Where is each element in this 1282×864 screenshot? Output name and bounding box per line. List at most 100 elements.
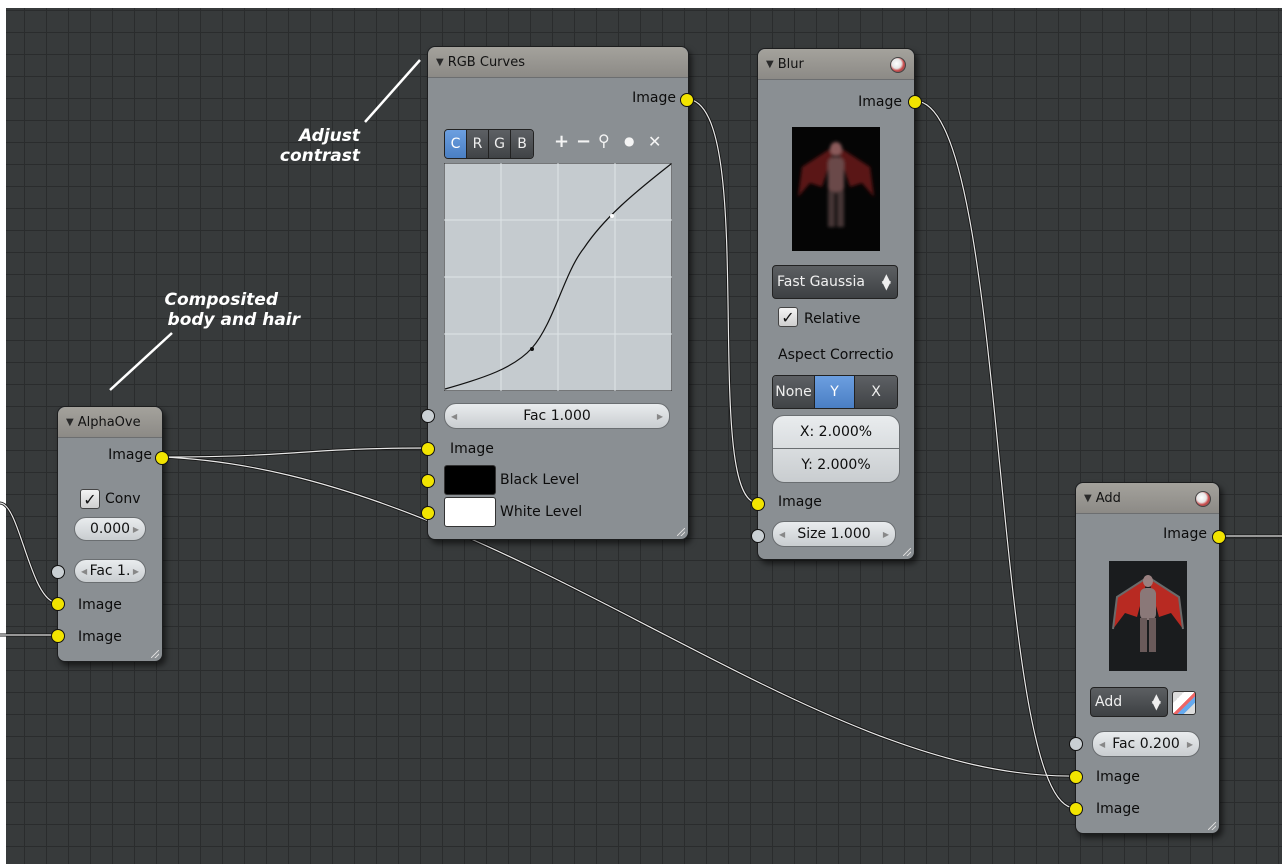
arrow-right-icon[interactable]: ▶ — [883, 530, 889, 539]
input-image-label: Image — [78, 629, 122, 645]
arrow-right-icon[interactable]: ▶ — [133, 525, 139, 534]
resize-handle[interactable] — [677, 528, 685, 536]
blur-node[interactable]: ▼ Blur Image Fast Gaussia ▲ ▼ ✓ Relative … — [757, 48, 915, 560]
fac-input-socket[interactable] — [51, 565, 65, 579]
zoom-in-icon[interactable]: + — [554, 131, 569, 152]
use-alpha-icon[interactable] — [1172, 691, 1196, 715]
node-header[interactable]: ▼ Blur — [758, 49, 914, 80]
fac-text: Fac 1. — [89, 563, 131, 579]
curve-point[interactable] — [530, 347, 534, 351]
image-input-socket[interactable] — [51, 597, 65, 611]
black-level-swatch[interactable] — [444, 465, 496, 495]
node-title: Blur — [777, 56, 804, 72]
black-level-input-socket[interactable] — [421, 474, 435, 488]
aspect-none-button[interactable]: None — [773, 376, 815, 408]
wrench-icon[interactable]: ⚲ — [598, 131, 610, 150]
arrow-left-icon[interactable]: ◀ — [1099, 740, 1105, 749]
input-image-label: Image — [1096, 801, 1140, 817]
fac-field[interactable]: ◀ Fac 1.000 ▶ — [444, 403, 670, 429]
output-image-label: Image — [108, 447, 152, 463]
input-image-label: Image — [1096, 769, 1140, 785]
close-icon[interactable]: ✕ — [648, 132, 661, 151]
fac-field[interactable]: ◀ Fac 1. ▶ — [74, 559, 146, 583]
channel-g-button[interactable]: G — [489, 130, 511, 158]
output-image-label: Image — [1163, 526, 1207, 542]
size-field[interactable]: ◀ Size 1.000 ▶ — [772, 521, 896, 547]
fac-input-socket[interactable] — [1069, 737, 1083, 751]
curve-graph[interactable] — [444, 163, 672, 391]
point-icon[interactable]: ● — [624, 134, 634, 148]
output-socket[interactable] — [155, 451, 169, 465]
node-header[interactable]: ▼ AlphaOve — [58, 407, 162, 438]
arrow-right-icon[interactable]: ▶ — [133, 567, 139, 576]
output-socket[interactable] — [680, 93, 694, 107]
value-text: 0.000 — [89, 521, 131, 537]
relative-label: Relative — [804, 311, 861, 327]
convert-checkbox[interactable]: ✓ — [80, 489, 100, 509]
aspect-correction-selector[interactable]: None Y X — [772, 375, 898, 409]
output-image-label: Image — [858, 94, 902, 110]
white-level-input-socket[interactable] — [421, 506, 435, 520]
preview-toggle-icon[interactable] — [1195, 491, 1211, 507]
annotation-composited: Composited body and hair — [150, 290, 301, 330]
image-input-socket[interactable] — [1069, 770, 1083, 784]
character-preview-image — [798, 142, 874, 227]
node-header[interactable]: ▼ Add — [1076, 483, 1219, 514]
arrow-left-icon[interactable]: ◀ — [81, 567, 87, 576]
input-image-label: Image — [78, 597, 122, 613]
updown-arrows-icon: ▲ ▼ — [881, 271, 891, 292]
arrow-left-icon[interactable]: ◀ — [779, 530, 785, 539]
image-input-socket[interactable] — [421, 442, 435, 456]
fac-field[interactable]: ◀ Fac 0.200 ▶ — [1092, 731, 1200, 757]
fac-text: Fac 0.200 — [1112, 736, 1180, 752]
blend-mode-dropdown[interactable]: Add ▲ ▼ — [1090, 687, 1168, 717]
alpha-over-node[interactable]: ▼ AlphaOve Image ✓ Conv 0.000 ▶ ◀ Fac 1. ▶ … — [57, 406, 163, 662]
zoom-out-icon[interactable]: − — [576, 131, 591, 152]
node-title: AlphaOve — [77, 414, 141, 430]
image-input-socket[interactable] — [751, 497, 765, 511]
rgb-curves-node[interactable]: ▼ RGB Curves Image C R G B + − ⚲ ● ✕ ◀ Fa… — [427, 46, 689, 540]
preview-toggle-icon[interactable] — [890, 57, 906, 73]
channel-b-button[interactable]: B — [511, 130, 533, 158]
arrow-right-icon[interactable]: ▶ — [657, 412, 663, 421]
node-title: RGB Curves — [447, 54, 525, 70]
channel-r-button[interactable]: R — [467, 130, 489, 158]
collapse-triangle-icon[interactable]: ▼ — [436, 57, 444, 68]
y-value-field[interactable]: Y: 2.000% — [773, 449, 899, 481]
image-input-socket[interactable] — [51, 629, 65, 643]
xy-fields: X: 2.000% Y: 2.000% — [772, 415, 900, 483]
size-input-socket[interactable] — [751, 529, 765, 543]
arrow-left-icon[interactable]: ◀ — [451, 412, 457, 421]
aspect-x-button[interactable]: X — [855, 376, 897, 408]
add-node[interactable]: ▼ Add Image Add ▲ ▼ ◀ Fac 0.200 ▶ Image Ima… — [1075, 482, 1220, 834]
resize-handle[interactable] — [151, 650, 159, 658]
value-field[interactable]: 0.000 ▶ — [74, 517, 146, 541]
annotation-line: Composited — [164, 290, 279, 310]
aspect-y-button[interactable]: Y — [815, 376, 855, 408]
output-image-label: Image — [632, 90, 676, 106]
annotation-line: body and hair — [167, 310, 300, 330]
x-value-field[interactable]: X: 2.000% — [773, 416, 899, 449]
annotation-line: Adjust — [299, 126, 360, 146]
collapse-triangle-icon[interactable]: ▼ — [66, 417, 74, 428]
resize-handle[interactable] — [903, 548, 911, 556]
curve-point-selected[interactable] — [610, 214, 614, 218]
channel-c-button[interactable]: C — [445, 130, 467, 158]
channel-selector[interactable]: C R G B — [444, 129, 534, 159]
collapse-triangle-icon[interactable]: ▼ — [766, 59, 774, 70]
output-socket[interactable] — [1212, 530, 1226, 544]
fac-input-socket[interactable] — [421, 409, 435, 423]
arrow-right-icon[interactable]: ▶ — [1187, 740, 1193, 749]
image-input-socket[interactable] — [1069, 802, 1083, 816]
relative-checkbox[interactable]: ✓ — [778, 307, 798, 327]
filter-type-value: Fast Gaussia — [777, 274, 865, 290]
white-level-swatch[interactable] — [444, 497, 496, 527]
input-image-label: Image — [450, 441, 494, 457]
node-title: Add — [1095, 490, 1121, 506]
filter-type-dropdown[interactable]: Fast Gaussia ▲ ▼ — [772, 265, 898, 299]
preview-thumbnail — [792, 127, 880, 251]
output-socket[interactable] — [908, 95, 922, 109]
collapse-triangle-icon[interactable]: ▼ — [1084, 493, 1092, 504]
resize-handle[interactable] — [1208, 822, 1216, 830]
node-header[interactable]: ▼ RGB Curves — [428, 47, 688, 78]
